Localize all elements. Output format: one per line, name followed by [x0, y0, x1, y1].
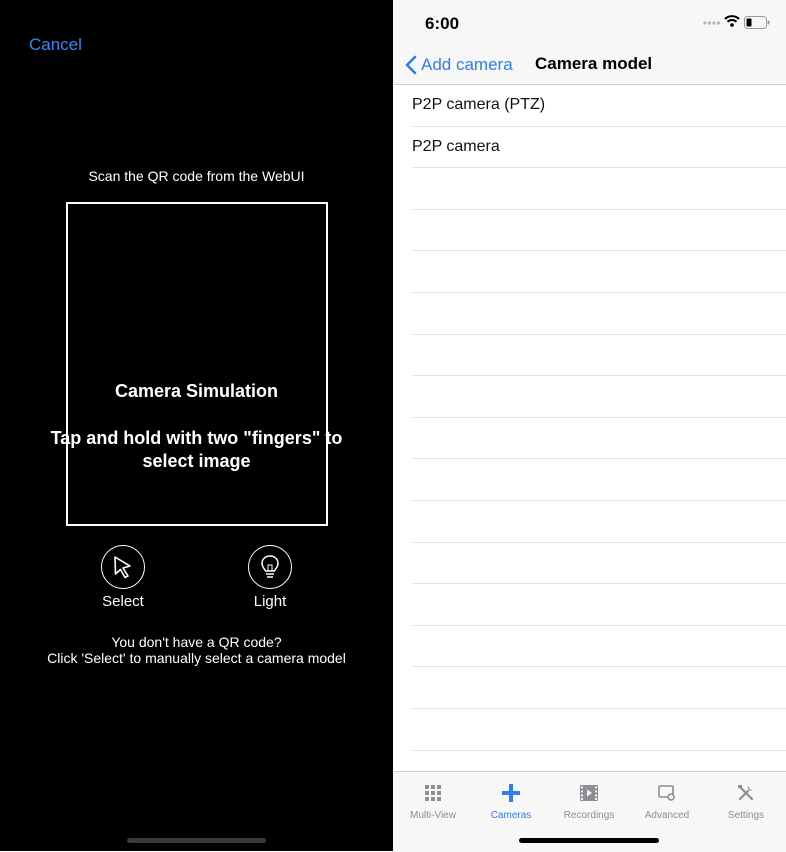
back-button[interactable]: Add camera	[405, 53, 513, 77]
back-label: Add camera	[421, 55, 513, 74]
empty-row	[412, 418, 786, 460]
grid-icon	[394, 782, 472, 804]
tab-recordings[interactable]: Recordings	[550, 782, 628, 821]
empty-row	[412, 168, 786, 210]
list-item[interactable]: P2P camera (PTZ)	[412, 85, 786, 127]
cursor-icon	[101, 545, 145, 589]
signal-icon	[703, 21, 721, 25]
simulation-title: Camera Simulation	[114, 381, 279, 401]
empty-row	[412, 584, 786, 626]
empty-row	[412, 709, 786, 751]
empty-row	[412, 210, 786, 252]
list-item-label: P2P camera	[412, 137, 500, 155]
tab-advanced[interactable]: Advanced	[628, 782, 706, 821]
help-line-1: You don't have a QR code?	[111, 634, 282, 650]
empty-row	[412, 293, 786, 335]
home-indicator[interactable]	[127, 838, 266, 843]
select-button[interactable]: Select	[83, 545, 163, 610]
navigation-bar: Add camera Camera model	[393, 46, 786, 85]
wifi-icon	[724, 15, 740, 27]
help-text: You don't have a QR code? Click 'Select'…	[0, 634, 393, 666]
tab-label: Cameras	[490, 810, 532, 821]
tab-label: Advanced	[644, 810, 690, 821]
advanced-icon	[628, 782, 706, 804]
empty-row	[412, 501, 786, 543]
empty-row	[412, 667, 786, 709]
empty-row	[412, 376, 786, 418]
scan-frame[interactable]	[66, 202, 328, 526]
tab-multi-view[interactable]: Multi-View	[394, 782, 472, 821]
tab-label: Multi-View	[410, 810, 456, 821]
simulation-message: Tap and hold with two "fingers" to selec…	[50, 428, 343, 471]
qr-scanner-pane: Cancel Scan the QR code from the WebUI C…	[0, 0, 393, 851]
light-button[interactable]: Light	[230, 545, 310, 610]
status-bar: 6:00	[393, 0, 786, 46]
film-icon	[550, 782, 628, 804]
battery-icon	[744, 16, 770, 29]
status-time: 6:00	[425, 14, 460, 33]
select-label: Select	[102, 593, 144, 610]
list-item-label: P2P camera (PTZ)	[412, 96, 546, 113]
empty-row	[412, 335, 786, 377]
tab-label: Recordings	[563, 810, 615, 821]
plus-icon	[472, 782, 550, 804]
camera-model-list: P2P camera (PTZ) P2P camera	[393, 85, 786, 771]
lightbulb-icon	[248, 545, 292, 589]
tools-icon	[707, 782, 785, 804]
camera-model-pane: 6:00 Add camera Camera model P2P camera …	[393, 0, 786, 852]
chevron-left-icon	[405, 55, 417, 75]
empty-row	[412, 751, 786, 772]
home-indicator[interactable]	[519, 838, 659, 843]
tab-cameras[interactable]: Cameras	[472, 782, 550, 821]
tab-label: Settings	[727, 810, 765, 821]
page-title: Camera model	[535, 54, 653, 73]
help-line-2: Click 'Select' to manually select a came…	[47, 650, 346, 666]
scan-instruction: Scan the QR code from the WebUI	[88, 168, 305, 184]
empty-row	[412, 459, 786, 501]
light-label: Light	[253, 593, 287, 610]
empty-row	[412, 626, 786, 668]
cancel-button[interactable]: Cancel	[29, 35, 82, 55]
empty-row	[412, 543, 786, 585]
list-item[interactable]: P2P camera	[412, 127, 786, 169]
tab-settings[interactable]: Settings	[707, 782, 785, 821]
empty-row	[412, 251, 786, 293]
